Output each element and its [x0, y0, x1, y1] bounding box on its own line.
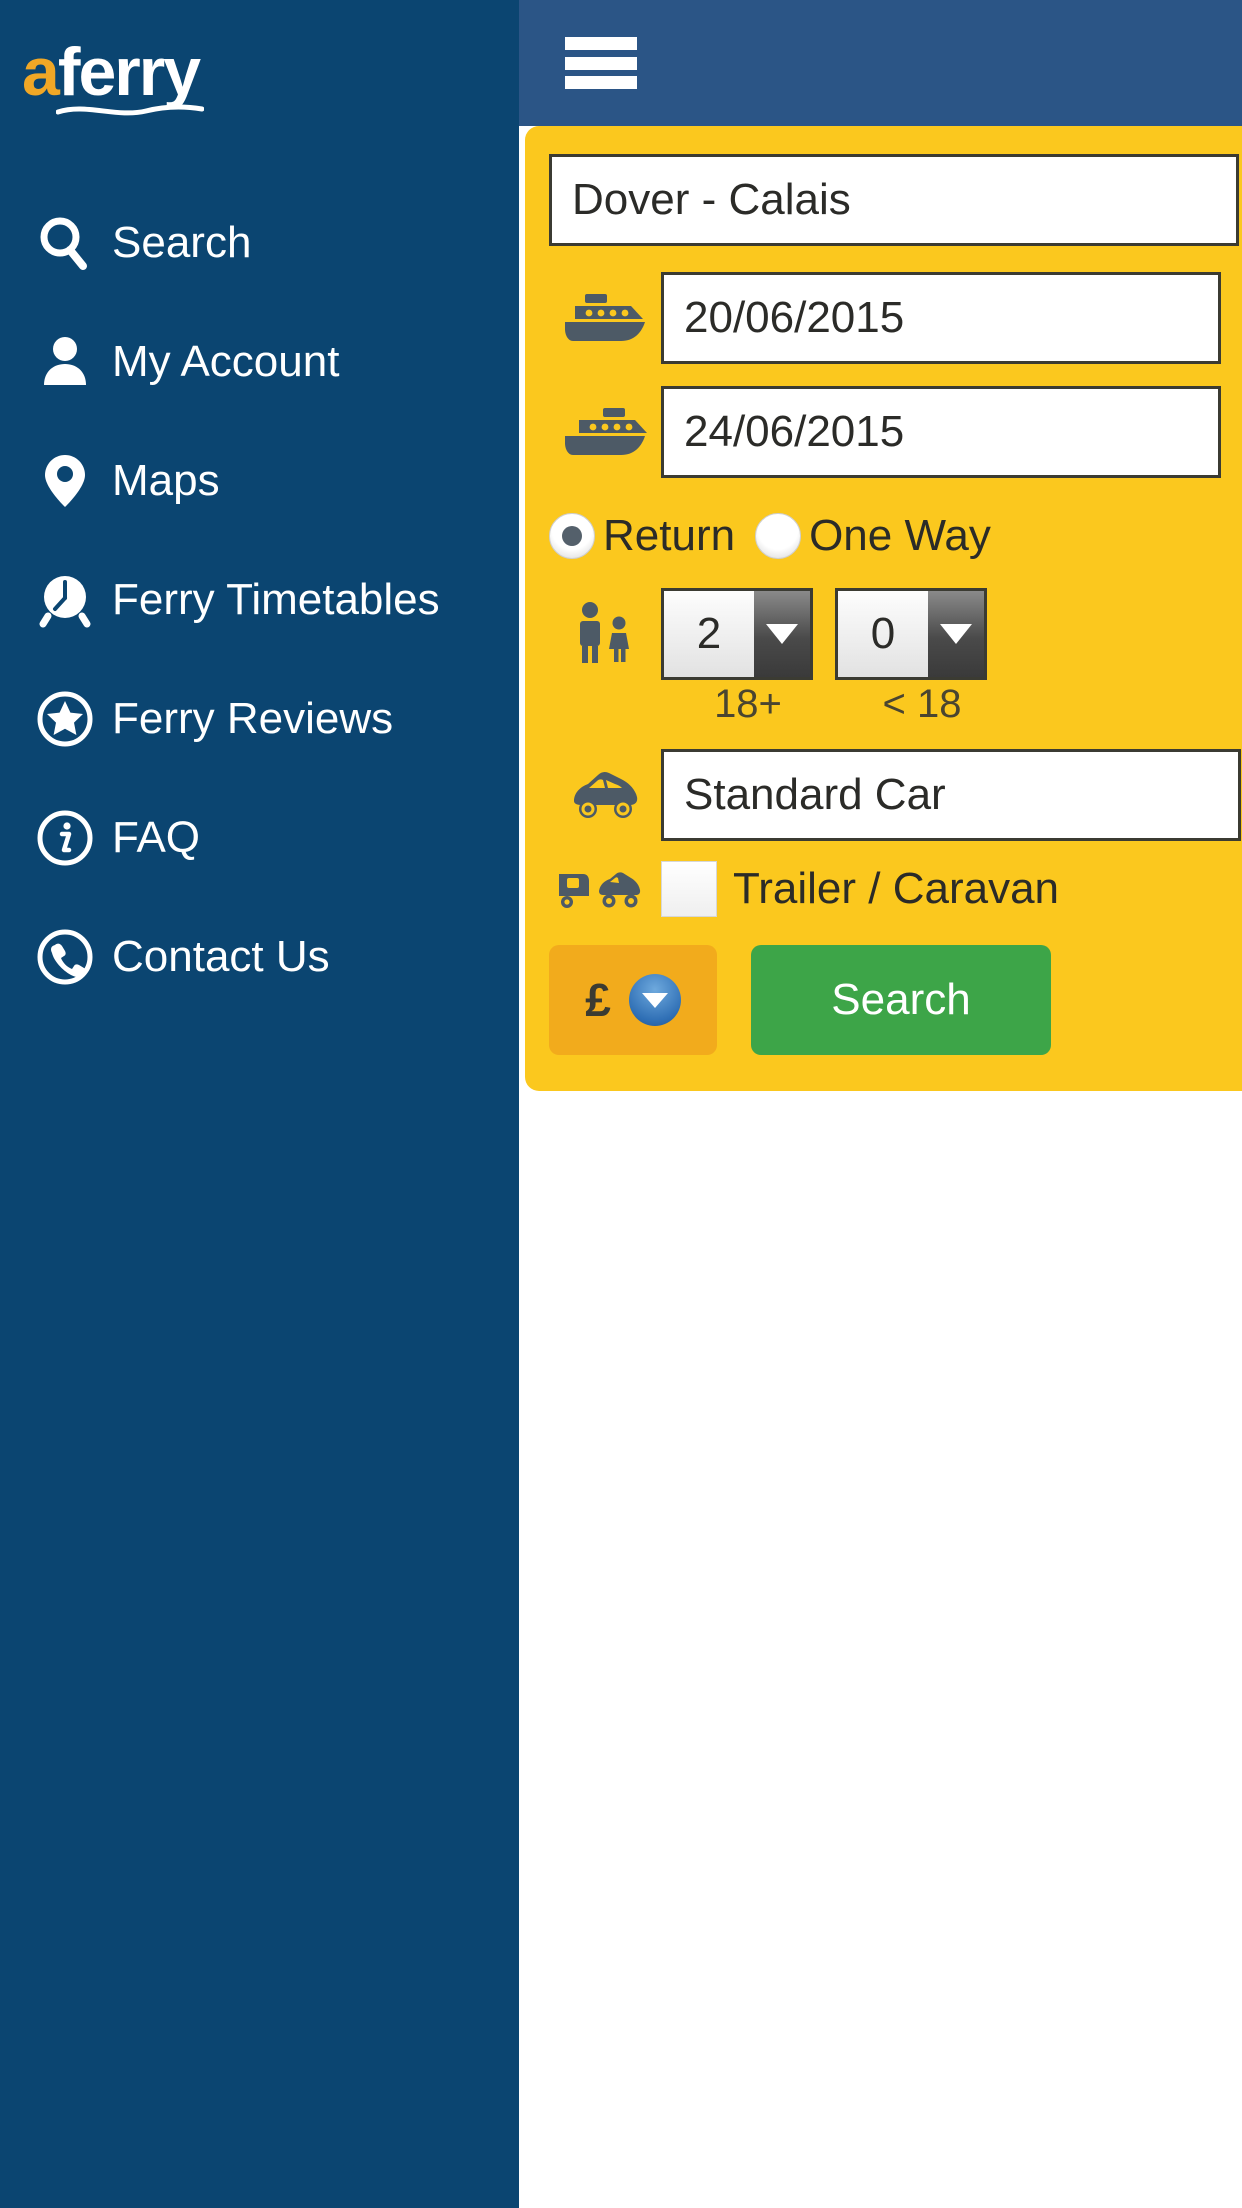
trip-type-oneway[interactable]: One Way	[755, 511, 991, 561]
hamburger-bar-3	[565, 76, 637, 89]
ferry-outbound-icon	[549, 289, 661, 347]
ferry-search-form: Dover - Calais 20/06/2015 24/06/2015 Ret…	[525, 126, 1242, 1091]
logo-swoosh-icon	[56, 102, 204, 118]
sidebar-item-maps[interactable]: Maps	[0, 421, 519, 540]
car-icon	[549, 767, 661, 823]
app-root: Dover - Calais 20/06/2015 24/06/2015 Ret…	[0, 0, 1242, 2208]
adults-stepper[interactable]: 2	[661, 588, 813, 680]
app-logo: aferry	[22, 36, 322, 122]
phone-circle-icon	[34, 926, 96, 988]
hamburger-menu-icon[interactable]	[565, 37, 637, 89]
trip-type-return[interactable]: Return	[549, 511, 735, 561]
radio-return[interactable]	[549, 513, 595, 559]
sidebar-item-search[interactable]: Search	[0, 183, 519, 302]
inbound-date-input[interactable]: 24/06/2015	[661, 386, 1221, 478]
main-content: Dover - Calais 20/06/2015 24/06/2015 Ret…	[519, 0, 1242, 2208]
route-row: Dover - Calais	[525, 154, 1242, 246]
trailer-label: Trailer / Caravan	[733, 864, 1060, 913]
chevron-down-icon[interactable]	[628, 974, 681, 1026]
sidebar-item-faq[interactable]: FAQ	[0, 778, 519, 897]
outbound-date-row: 20/06/2015	[525, 272, 1242, 364]
currency-selector[interactable]: £	[549, 945, 717, 1055]
search-submit-button[interactable]: Search	[751, 945, 1051, 1055]
sidebar-item-contact-us[interactable]: Contact Us	[0, 897, 519, 1016]
sidebar-item-ferry-reviews[interactable]: Ferry Reviews	[0, 659, 519, 778]
star-circle-icon	[34, 688, 96, 750]
alarm-clock-icon	[34, 569, 96, 631]
sidebar-label-maps: Maps	[112, 455, 220, 505]
top-app-bar	[519, 0, 1242, 126]
trip-type-oneway-label: One Way	[809, 511, 991, 560]
passengers-row: 2 0	[525, 588, 1242, 680]
sidebar-label-ferry-reviews: Ferry Reviews	[112, 693, 394, 743]
trailer-car-icon	[549, 864, 661, 914]
inbound-date-row: 24/06/2015	[525, 386, 1242, 478]
logo-wordmark: aferry	[22, 36, 322, 108]
children-caption: < 18	[882, 682, 962, 726]
sidebar-item-my-account[interactable]: My Account	[0, 302, 519, 421]
logo-letter-a: a	[22, 34, 60, 110]
sidebar-item-ferry-timetables[interactable]: Ferry Timetables	[0, 540, 519, 659]
sidebar-label-search: Search	[112, 217, 252, 267]
hamburger-bar-1	[565, 37, 637, 50]
adults-dropdown-arrow[interactable]	[754, 591, 810, 677]
hamburger-bar-2	[565, 56, 637, 70]
form-actions-row: £ Search	[525, 945, 1242, 1055]
ferry-inbound-icon	[549, 403, 661, 461]
sidebar-label-my-account: My Account	[112, 336, 340, 386]
sidebar-label-faq: FAQ	[112, 812, 201, 862]
sidebar-label-contact-us: Contact Us	[112, 931, 330, 981]
radio-oneway[interactable]	[755, 513, 802, 559]
logo-word-ferry: ferry	[57, 34, 201, 110]
adult-child-icon	[549, 601, 661, 667]
vehicle-select[interactable]: Standard Car	[661, 749, 1241, 841]
navigation-list: Search My Account Maps Ferry Timetables …	[0, 183, 519, 1016]
children-dropdown-arrow[interactable]	[928, 591, 984, 677]
map-pin-icon	[34, 450, 96, 512]
trailer-row: Trailer / Caravan	[525, 861, 1242, 917]
search-submit-label: Search	[831, 975, 971, 1024]
trip-type-row: Return One Way	[525, 500, 1242, 572]
outbound-date-input[interactable]: 20/06/2015	[661, 272, 1221, 364]
children-value: 0	[870, 609, 896, 658]
currency-symbol: £	[585, 974, 611, 1026]
route-input[interactable]: Dover - Calais	[549, 154, 1239, 246]
vehicle-row: Standard Car	[525, 749, 1242, 841]
children-stepper[interactable]: 0	[835, 588, 987, 680]
navigation-drawer: aferry Search My Account Maps Ferry Time…	[0, 0, 519, 2208]
passenger-captions: 18+ < 18	[525, 682, 1242, 727]
trailer-checkbox[interactable]	[661, 861, 717, 917]
adults-caption: 18+	[714, 682, 782, 726]
info-circle-icon	[34, 807, 96, 869]
sidebar-label-ferry-timetables: Ferry Timetables	[112, 574, 440, 624]
user-icon	[34, 331, 96, 393]
trip-type-return-label: Return	[603, 511, 736, 560]
search-icon	[34, 212, 96, 274]
adults-value: 2	[696, 609, 722, 658]
